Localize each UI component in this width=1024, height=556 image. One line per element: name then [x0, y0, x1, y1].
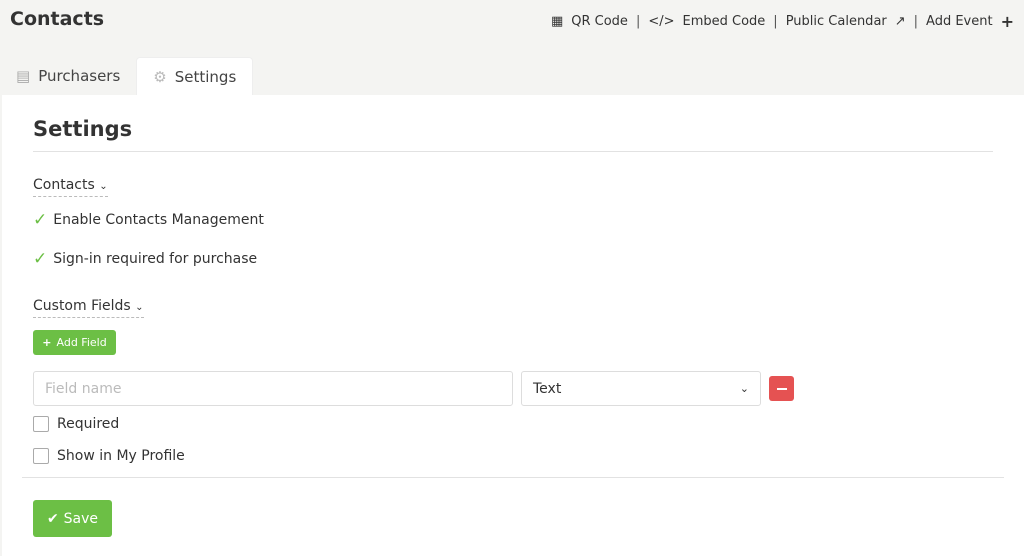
- separator: |: [635, 14, 641, 29]
- option-signin-required[interactable]: ✓ Sign-in required for purchase: [33, 249, 257, 269]
- button-label: Save: [63, 510, 99, 527]
- external-link-icon: ↗: [894, 14, 906, 29]
- check-icon: ✓: [33, 249, 48, 269]
- separator: |: [913, 14, 919, 29]
- public-calendar-link[interactable]: Public Calendar: [786, 14, 887, 29]
- button-label: Add Field: [56, 336, 107, 349]
- chevron-down-icon: ⌄: [135, 302, 144, 313]
- settings-heading: Settings: [33, 117, 133, 141]
- chevron-down-icon: ⌄: [739, 382, 749, 395]
- section-label: Custom Fields: [33, 298, 131, 314]
- chevron-down-icon: ⌄: [99, 181, 108, 192]
- qr-code-link[interactable]: QR Code: [571, 14, 628, 29]
- select-value: Text: [533, 380, 562, 397]
- custom-fields-section-toggle[interactable]: Custom Fields ⌄: [33, 298, 144, 318]
- option-label: Enable Contacts Management: [53, 212, 264, 228]
- top-links: ▦ QR Code | </> Embed Code | Public Cale…: [551, 12, 1014, 31]
- check-icon: ✓: [33, 210, 48, 230]
- checkbox[interactable]: [33, 416, 49, 432]
- checkbox[interactable]: [33, 448, 49, 464]
- field-type-select[interactable]: Text ⌄: [521, 371, 761, 406]
- check-icon: ✔: [46, 510, 59, 527]
- tabs: ▤ Purchasers ⚙ Settings: [0, 57, 254, 95]
- checkbox-label: Required: [57, 416, 120, 432]
- section-label: Contacts: [33, 177, 95, 193]
- add-event-link[interactable]: Add Event: [926, 14, 993, 29]
- option-enable-contacts[interactable]: ✓ Enable Contacts Management: [33, 210, 264, 230]
- page-title: Contacts: [10, 8, 105, 30]
- plus-icon: +: [42, 336, 52, 349]
- tab-label: Settings: [174, 67, 237, 86]
- embed-code-link[interactable]: Embed Code: [683, 14, 766, 29]
- divider: [33, 151, 993, 152]
- required-checkbox[interactable]: Required: [33, 416, 119, 432]
- minus-icon: [776, 387, 787, 390]
- field-name-input[interactable]: [33, 371, 513, 406]
- remove-field-button[interactable]: [769, 376, 794, 401]
- tab-label: Purchasers: [38, 67, 121, 85]
- code-icon: </>: [648, 14, 675, 29]
- show-in-profile-checkbox[interactable]: Show in My Profile: [33, 448, 185, 464]
- divider: [22, 477, 1004, 478]
- settings-panel: Settings Contacts ⌄ ✓ Enable Contacts Man…: [2, 95, 1024, 556]
- tab-purchasers[interactable]: ▤ Purchasers: [0, 57, 136, 95]
- contacts-section-toggle[interactable]: Contacts ⌄: [33, 177, 108, 197]
- save-button[interactable]: ✔ Save: [33, 500, 112, 537]
- tab-settings[interactable]: ⚙ Settings: [136, 57, 254, 95]
- separator: |: [773, 14, 778, 29]
- qr-code-icon: ▦: [550, 14, 564, 29]
- option-label: Sign-in required for purchase: [53, 251, 258, 267]
- plus-icon[interactable]: +: [1001, 12, 1014, 31]
- gears-icon: ⚙: [153, 67, 167, 86]
- checkbox-label: Show in My Profile: [57, 448, 185, 464]
- id-card-icon: ▤: [16, 67, 31, 85]
- add-field-button[interactable]: + Add Field: [33, 330, 116, 355]
